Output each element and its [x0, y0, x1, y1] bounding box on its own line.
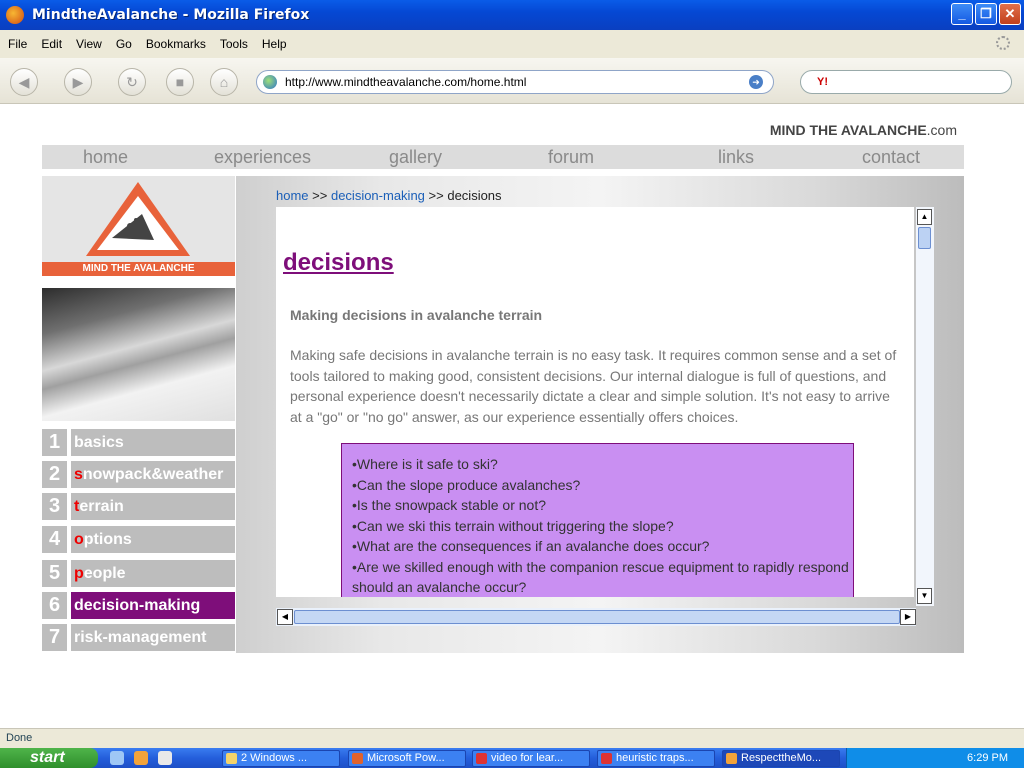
url-text: http://www.mindtheavalanche.com/home.htm… — [285, 75, 527, 89]
vertical-scroll-thumb[interactable] — [918, 227, 931, 249]
vertical-scrollbar[interactable]: ▲ ▼ — [916, 207, 934, 606]
menu-bar: File Edit View Go Bookmarks Tools Help — [0, 30, 1024, 58]
clock[interactable]: 6:29 PM — [967, 752, 1008, 764]
menu-edit[interactable]: Edit — [41, 37, 62, 51]
maximize-button[interactable]: ❐ — [975, 3, 997, 25]
breadcrumb-home[interactable]: home — [276, 188, 309, 203]
menu-help[interactable]: Help — [262, 37, 287, 51]
firefox-quicklaunch-icon[interactable] — [134, 751, 148, 765]
site-logo[interactable]: MIND THE AVALANCHE — [42, 176, 235, 276]
mountain-photo — [42, 288, 235, 421]
breadcrumb-current: decisions — [447, 188, 502, 203]
home-button[interactable]: ⌂ — [210, 68, 238, 96]
list-item: •Can the slope produce avalanches? — [352, 476, 581, 493]
pdf-icon — [476, 753, 487, 764]
sidebar-item-options[interactable]: 4 options — [42, 526, 235, 553]
sidebar-item-terrain[interactable]: 3 terrain — [42, 493, 235, 520]
breadcrumb: home >> decision-making >> decisions — [276, 188, 502, 203]
page-viewport: MIND THE AVALANCHE.com home experiences … — [0, 104, 1024, 728]
go-icon[interactable]: ➜ — [749, 75, 763, 89]
sidebar-item-decision-making[interactable]: 6 decision-making — [42, 592, 235, 619]
avalanche-warning-icon — [86, 182, 190, 256]
horizontal-scroll-thumb[interactable] — [294, 610, 900, 624]
page-title[interactable]: decisions — [283, 249, 394, 277]
topnav-experiences[interactable]: experiences — [214, 147, 311, 168]
throbber-icon — [996, 36, 1010, 50]
list-item: •Where is it safe to ski? — [352, 456, 498, 472]
stop-button[interactable]: ■ — [166, 68, 194, 96]
system-tray: 6:29 PM — [846, 748, 1024, 768]
taskbar-item-active[interactable]: RespecttheMo... — [722, 750, 840, 767]
site-brand: MIND THE AVALANCHE.com — [769, 122, 957, 138]
sidebar-item-basics[interactable]: 1 basics — [42, 429, 235, 456]
intro-paragraph: Making safe decisions in avalanche terra… — [290, 347, 897, 425]
horizontal-scrollbar[interactable]: ◀ ▶ — [276, 608, 916, 626]
menu-view[interactable]: View — [76, 37, 102, 51]
topnav-links[interactable]: links — [718, 147, 754, 168]
scroll-right-icon[interactable]: ▶ — [900, 609, 916, 625]
list-item: •Can we ski this terrain without trigger… — [352, 517, 674, 534]
search-box[interactable]: Y! — [800, 70, 1012, 94]
start-button[interactable]: start — [0, 748, 98, 768]
quicklaunch-icon[interactable] — [158, 751, 172, 765]
scroll-left-icon[interactable]: ◀ — [277, 609, 293, 625]
address-bar[interactable]: http://www.mindtheavalanche.com/home.htm… — [256, 70, 774, 94]
minimize-button[interactable]: _ — [951, 3, 973, 25]
topnav-forum[interactable]: forum — [548, 147, 594, 168]
taskbar-item[interactable]: Microsoft Pow... — [348, 750, 466, 767]
sidebar-item-people[interactable]: 5 people — [42, 560, 235, 587]
forward-button[interactable]: ▶ — [64, 68, 92, 96]
scroll-down-icon[interactable]: ▼ — [917, 588, 932, 604]
yahoo-icon: Y! — [817, 76, 828, 88]
scroll-up-icon[interactable]: ▲ — [917, 209, 932, 225]
breadcrumb-decision-making[interactable]: decision-making — [331, 188, 425, 203]
taskbar-item[interactable]: heuristic traps... — [597, 750, 715, 767]
site-topnav: home experiences gallery forum links con… — [42, 145, 964, 169]
status-text: Done — [6, 732, 33, 744]
firefox-icon — [726, 753, 737, 764]
pdf-icon — [601, 753, 612, 764]
reload-button[interactable]: ↻ — [118, 68, 146, 96]
window-titlebar: MindtheAvalanche - Mozilla Firefox _ ❐ ✕ — [0, 0, 1024, 30]
taskbar: start 2 Windows ... Microsoft Pow... vid… — [0, 748, 1024, 768]
topnav-contact[interactable]: contact — [862, 147, 920, 168]
firefox-icon — [6, 6, 24, 24]
taskbar-item[interactable]: 2 Windows ... — [222, 750, 340, 767]
topnav-home[interactable]: home — [83, 147, 128, 168]
list-item: •Is the snowpack stable or not? — [352, 497, 547, 513]
section-subtitle: Making decisions in avalanche terrain — [290, 307, 543, 323]
topnav-gallery[interactable]: gallery — [389, 147, 442, 168]
close-button[interactable]: ✕ — [999, 3, 1021, 25]
menu-go[interactable]: Go — [116, 37, 132, 51]
menu-file[interactable]: File — [8, 37, 27, 51]
content-frame: decisions Making decisions in avalanche … — [276, 207, 914, 597]
questions-box: •Where is it safe to ski? •Can the slope… — [341, 443, 854, 597]
navigation-toolbar: ◀ ▶ ↻ ■ ⌂ http://www.mindtheavalanche.co… — [0, 58, 1024, 104]
folder-icon — [226, 753, 237, 764]
sidebar-item-snowpack[interactable]: 2 snowpack&weather — [42, 461, 235, 488]
taskbar-item[interactable]: video for lear... — [472, 750, 590, 767]
logo-text: MIND THE AVALANCHE — [42, 262, 235, 276]
quicklaunch-icon[interactable] — [110, 751, 124, 765]
menu-bookmarks[interactable]: Bookmarks — [146, 37, 206, 51]
sidebar-item-risk-management[interactable]: 7 risk-management — [42, 624, 235, 651]
window-title: MindtheAvalanche - Mozilla Firefox — [32, 7, 310, 23]
menu-tools[interactable]: Tools — [220, 37, 248, 51]
powerpoint-icon — [352, 753, 363, 764]
list-item: •What are the consequences if an avalanc… — [352, 538, 710, 554]
list-item: •Are we skilled enough with the companio… — [352, 558, 849, 596]
status-bar: Done — [0, 728, 1024, 748]
back-button[interactable]: ◀ — [10, 68, 38, 96]
globe-icon — [263, 75, 277, 89]
